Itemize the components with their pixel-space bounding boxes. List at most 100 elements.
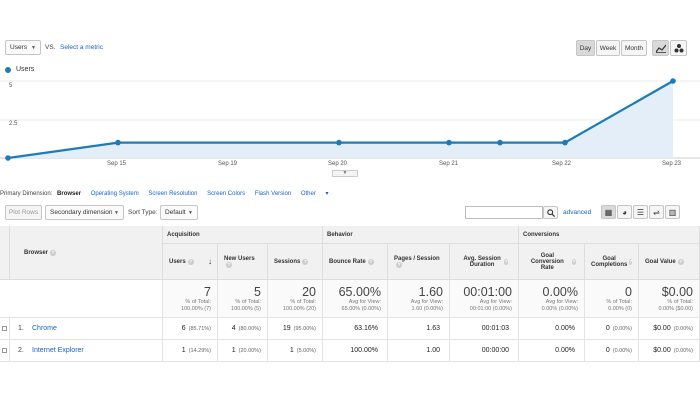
cell-value: 1	[231, 347, 236, 354]
table-cell: 6 (85.71%)	[163, 318, 218, 340]
cell-value: 6	[181, 325, 186, 332]
line-chart-icon[interactable]	[652, 40, 669, 56]
sessions-header-label: Sessions	[274, 258, 301, 265]
table-cell: 100.00%	[323, 340, 388, 362]
help-icon: ?	[571, 258, 576, 265]
line-chart	[0, 78, 700, 161]
users-column-header[interactable]: Users? ↓	[163, 244, 218, 280]
table-cell: 4 (80.00%)	[218, 318, 268, 340]
bounce-rate-header-label: Bounce Rate	[329, 258, 366, 265]
cell-value-group: 1 (14.29%)	[182, 347, 211, 354]
row-checkbox-cell[interactable]	[0, 318, 10, 340]
row-index: 2.	[18, 347, 24, 354]
pie-view-icon[interactable]: ◕	[617, 205, 632, 219]
browser-column-header[interactable]: Browser?	[10, 226, 163, 280]
cell-value: 0	[605, 347, 610, 354]
browser-link[interactable]: Chrome	[32, 325, 57, 332]
cell-value: 0.00%	[555, 347, 575, 354]
dimension-browser: Browser	[57, 191, 82, 197]
cell-value-group: 0 (0.00%)	[606, 325, 632, 332]
table-cell: 1 (14.29%)	[163, 340, 218, 362]
table-cell: 1 (20.00%)	[218, 340, 268, 362]
totals-spacer	[0, 280, 163, 318]
comparison-view-icon[interactable]: ⇌	[649, 205, 664, 219]
help-icon: ?	[50, 249, 57, 256]
cell-value-group: 00:00:00	[482, 347, 512, 354]
bar-view-icon[interactable]: ☰	[633, 205, 648, 219]
secondary-dimension-select[interactable]: Secondary dimension ▼	[45, 205, 124, 220]
cell-percent: (14.29%)	[188, 348, 211, 354]
total-sub-value: 1.60 (0.00%)	[411, 305, 444, 312]
month-button[interactable]: Month	[621, 40, 647, 56]
behavior-group-header: Behavior	[323, 226, 519, 244]
legend-series-label: Users	[16, 66, 35, 73]
search-button[interactable]	[543, 206, 558, 219]
dimension-operating-system[interactable]: Operating System	[91, 191, 139, 197]
new-users-header-label: New Users	[224, 255, 255, 262]
sort-type-select[interactable]: Default ▼	[160, 205, 198, 220]
day-button[interactable]: Day	[576, 40, 595, 56]
table-cell: 1 (5.00%)	[268, 340, 323, 362]
goal-completions-header-label: Goal Completions	[591, 255, 628, 268]
conversions-group-header: Conversions	[519, 226, 700, 244]
goal-conversion-rate-column-header[interactable]: Goal Conversion Rate?	[519, 244, 585, 280]
bounce-rate-column-header[interactable]: Bounce Rate?	[323, 244, 388, 280]
table-cell: $0.00 (0.00%)	[639, 318, 700, 340]
total-value: 5	[254, 284, 261, 299]
dimension-other[interactable]: Other ▾	[301, 191, 329, 197]
dimension-flash-version[interactable]: Flash Version	[255, 191, 291, 197]
cell-value: 00:01:03	[481, 325, 509, 332]
new-users-column-header[interactable]: New Users?	[218, 244, 268, 280]
avg-session-duration-column-header[interactable]: Avg. Session Duration?	[450, 244, 519, 280]
cell-percent: (0.00%)	[612, 348, 632, 354]
sessions-column-header[interactable]: Sessions?	[268, 244, 323, 280]
cell-value: 1	[181, 347, 186, 354]
row-checkbox[interactable]	[2, 326, 7, 331]
total-sub-value: 100.00% (5)	[231, 305, 261, 312]
goal-completions-column-header[interactable]: Goal Completions?	[585, 244, 639, 280]
table-cell: 63.16%	[323, 318, 388, 340]
pages-session-column-header[interactable]: Pages / Session?	[388, 244, 450, 280]
table-view-icon[interactable]: ▦	[601, 205, 616, 219]
cell-value-group: 00:01:03	[482, 325, 512, 332]
total-value: 65.00%	[338, 284, 381, 299]
table-row: 2. Internet Explorer	[10, 340, 163, 362]
metric-select[interactable]: Users ▼	[5, 40, 41, 55]
total-sub-value: 100.00% (20)	[282, 305, 316, 312]
select-metric-link[interactable]: Select a metric	[60, 44, 103, 51]
data-point	[670, 78, 676, 84]
users-header-label: Users	[169, 258, 186, 265]
plot-rows-button[interactable]: Plot Rows	[5, 205, 42, 220]
cell-value: 0	[605, 325, 610, 332]
browser-header-label: Browser	[24, 249, 49, 256]
table-cell: $0.00 (0.00%)	[639, 340, 700, 362]
table-cell: 0.00%	[519, 340, 585, 362]
chart-resize-handle[interactable]: ▼	[332, 170, 358, 177]
advanced-link[interactable]: advanced	[563, 209, 591, 216]
browser-link[interactable]: Internet Explorer	[32, 347, 84, 354]
cell-percent: (0.00%)	[673, 348, 693, 354]
cell-percent: (85.71%)	[188, 326, 211, 332]
total-sub-value: 100.00% (7)	[181, 305, 211, 312]
row-checkbox[interactable]	[2, 348, 7, 353]
table-search-input[interactable]	[465, 206, 543, 219]
total-value: 00:01:00	[463, 284, 512, 299]
totals-cell: 7 % of Total: 100.00% (7)	[163, 280, 218, 318]
total-sub-value: 0.00% (0)	[608, 305, 632, 312]
total-value: 7	[204, 284, 211, 299]
x-tick-label: Sep 21	[439, 161, 459, 167]
dimension-screen-resolution[interactable]: Screen Resolution	[148, 191, 197, 197]
help-icon: ?	[187, 258, 194, 265]
help-icon: ?	[367, 258, 374, 265]
cell-value-group: $0.00 (0.00%)	[653, 347, 693, 354]
dimension-screen-colors[interactable]: Screen Colors	[207, 191, 245, 197]
pivot-view-icon[interactable]: ▥	[665, 205, 680, 219]
totals-cell: 0.00% Avg for View: 0.00% (0.00%)	[519, 280, 585, 318]
row-checkbox-cell[interactable]	[0, 340, 10, 362]
week-button[interactable]: Week	[596, 40, 620, 56]
chart-legend: Users	[5, 66, 34, 73]
motion-chart-icon[interactable]	[670, 40, 687, 56]
cell-value-group: 0 (0.00%)	[606, 347, 632, 354]
goal-value-column-header[interactable]: Goal Value?	[639, 244, 700, 280]
goal-value-header-label: Goal Value	[645, 258, 676, 265]
